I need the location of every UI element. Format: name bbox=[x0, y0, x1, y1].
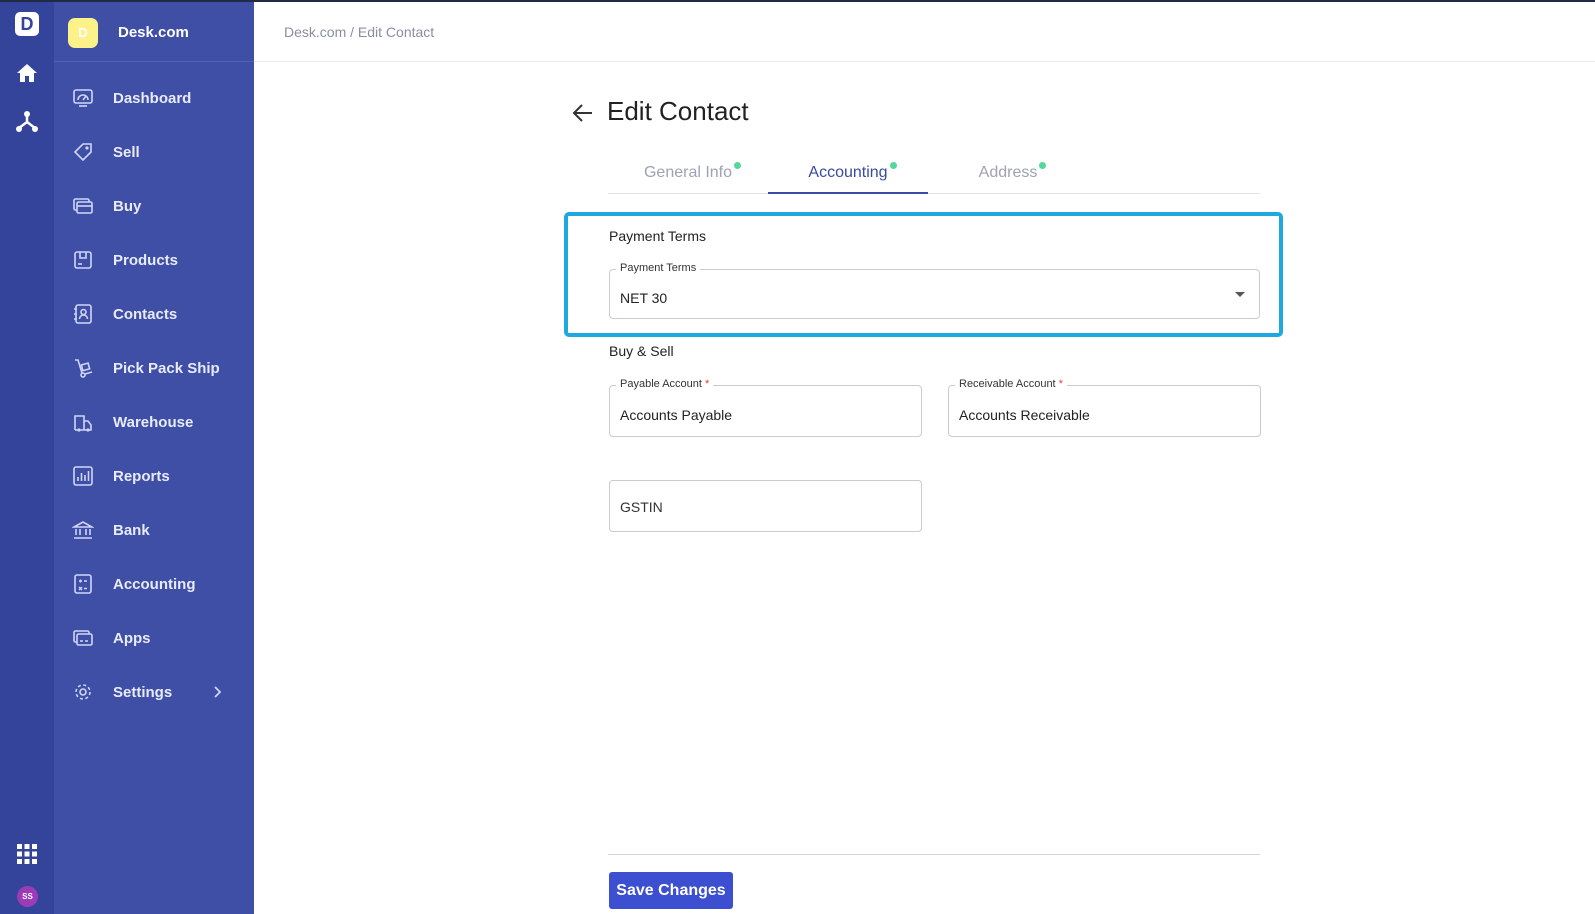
hand-truck-icon bbox=[75, 359, 93, 378]
divider bbox=[608, 854, 1260, 855]
sidebar: D Desk.com Dashboard Sell Buy Products C… bbox=[54, 0, 254, 914]
chevron-right-icon[interactable] bbox=[211, 685, 223, 699]
tab-label: General Info bbox=[643, 164, 733, 181]
page-title: Edit Contact bbox=[607, 96, 749, 126]
payment-terms-heading: Payment Terms bbox=[609, 228, 706, 244]
brand-logo: D bbox=[68, 18, 98, 48]
status-dot bbox=[734, 162, 742, 169]
field-label: Receivable Account * bbox=[955, 378, 1067, 390]
dashboard-icon bbox=[73, 89, 93, 107]
window-top-border bbox=[0, 0, 1595, 2]
brand-header[interactable]: D Desk.com bbox=[54, 0, 254, 62]
sidebar-item-reports[interactable]: Reports bbox=[54, 456, 254, 496]
sidebar-item-label: Accounting bbox=[113, 576, 196, 593]
caret-down-icon bbox=[1235, 292, 1245, 297]
payable-account-field[interactable]: Payable Account * Accounts Payable bbox=[609, 378, 922, 437]
tab-label: Address bbox=[978, 164, 1038, 181]
tab-label: Accounting bbox=[808, 164, 888, 181]
sidebar-item-pick-pack-ship[interactable]: Pick Pack Ship bbox=[54, 348, 254, 388]
payment-terms-select[interactable]: Payment Terms NET 30 bbox=[609, 262, 1260, 319]
buy-sell-heading: Buy & Sell bbox=[609, 343, 674, 359]
sidebar-item-label: Buy bbox=[113, 198, 142, 215]
gstin-placeholder: GSTIN bbox=[620, 499, 663, 515]
sidebar-item-label: Reports bbox=[113, 468, 170, 485]
network-icon[interactable] bbox=[15, 109, 39, 133]
tab-accounting[interactable]: Accounting bbox=[768, 146, 928, 194]
icon-rail: D SS bbox=[0, 0, 54, 914]
sidebar-item-dashboard[interactable]: Dashboard bbox=[54, 78, 254, 118]
receivable-account-field[interactable]: Receivable Account * Accounts Receivable bbox=[948, 378, 1261, 437]
tab-bar: General Info Accounting Address bbox=[608, 146, 1260, 194]
sidebar-item-label: Contacts bbox=[113, 306, 178, 323]
tab-general-info[interactable]: General Info bbox=[608, 146, 768, 194]
apps-icon bbox=[73, 630, 93, 646]
warehouse-icon bbox=[74, 415, 92, 432]
home-icon[interactable] bbox=[15, 61, 39, 85]
field-value: Accounts Payable bbox=[620, 407, 733, 423]
field-value: Accounts Receivable bbox=[959, 407, 1090, 423]
gear-icon bbox=[75, 684, 91, 700]
brand-name: Desk.com bbox=[118, 24, 189, 41]
sidebar-item-bank[interactable]: Bank bbox=[54, 510, 254, 550]
sidebar-item-label: Pick Pack Ship bbox=[113, 360, 220, 377]
user-avatar[interactable]: SS bbox=[17, 886, 38, 907]
sidebar-item-settings[interactable]: Settings bbox=[54, 672, 254, 712]
sidebar-item-buy[interactable]: Buy bbox=[54, 186, 254, 226]
field-label: Payment Terms bbox=[616, 262, 701, 274]
status-dot bbox=[889, 162, 897, 169]
sidebar-item-contacts[interactable]: Contacts bbox=[54, 294, 254, 334]
back-arrow-icon[interactable] bbox=[570, 100, 596, 126]
buy-card-icon bbox=[73, 198, 93, 214]
products-box-icon bbox=[74, 251, 92, 269]
app-logo-icon[interactable]: D bbox=[15, 12, 39, 36]
bank-icon bbox=[72, 521, 94, 539]
sidebar-item-warehouse[interactable]: Warehouse bbox=[54, 402, 254, 442]
sidebar-item-label: Products bbox=[113, 252, 179, 269]
breadcrumb[interactable]: Desk.com / Edit Contact bbox=[284, 24, 434, 40]
sell-tag-icon bbox=[73, 143, 92, 162]
app-grid-icon[interactable] bbox=[15, 842, 39, 866]
sidebar-item-label: Bank bbox=[113, 522, 150, 539]
sidebar-item-accounting[interactable]: Accounting bbox=[54, 564, 254, 604]
breadcrumb-bar: Desk.com / Edit Contact bbox=[254, 2, 1595, 62]
reports-icon bbox=[73, 466, 93, 486]
sidebar-item-label: Sell bbox=[113, 144, 140, 161]
field-label: Payable Account * bbox=[616, 378, 714, 390]
sidebar-item-label: Settings bbox=[113, 684, 173, 701]
sidebar-item-products[interactable]: Products bbox=[54, 240, 254, 280]
status-dot bbox=[1039, 162, 1047, 169]
accounting-icon bbox=[74, 574, 92, 594]
sidebar-item-label: Apps bbox=[113, 630, 151, 647]
sidebar-item-label: Warehouse bbox=[113, 414, 194, 431]
gstin-field[interactable]: GSTIN bbox=[609, 480, 922, 532]
main-content: Desk.com / Edit Contact Edit Contact Gen… bbox=[254, 2, 1595, 914]
sidebar-item-sell[interactable]: Sell bbox=[54, 132, 254, 172]
selected-value: NET 30 bbox=[620, 290, 668, 306]
save-changes-button[interactable]: Save Changes bbox=[609, 872, 733, 909]
sidebar-item-label: Dashboard bbox=[113, 90, 192, 107]
tab-address[interactable]: Address bbox=[928, 146, 1088, 194]
sidebar-item-apps[interactable]: Apps bbox=[54, 618, 254, 658]
contacts-icon bbox=[74, 304, 92, 324]
